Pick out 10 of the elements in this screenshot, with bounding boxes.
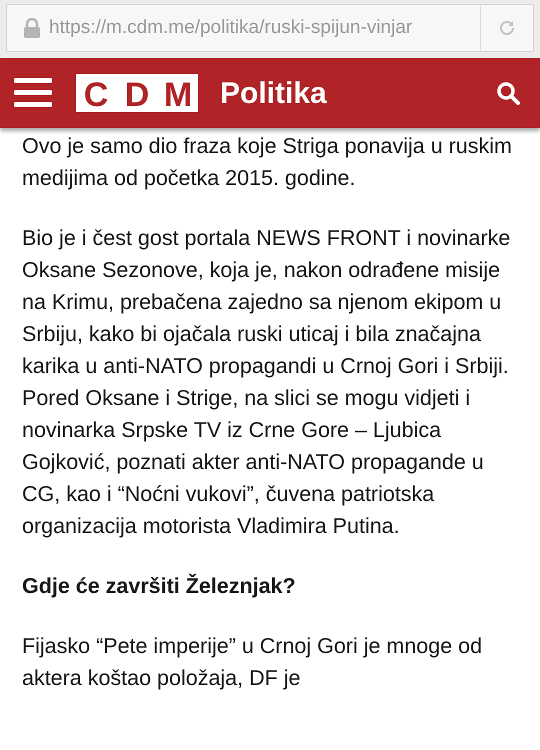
article-paragraph: Fijasko “Pete imperije” u Crnoj Gori je mnoge od aktera koštao položaja, DF je — [22, 633, 484, 692]
article-paragraph: Bio je i čest gost portala NEWS FRONT i novinarke Oksane Sezonove, koja je, nakon odrađene misije na Krimu, prebačena zajedno sa njenom ekipom u Srbiju, kako bi ojačala ruski uticaj i bila značajna karika u anti-NATO propagandi u Crnoj Gori i Srbiji. Pored Oksane i Strige, na slici se mogu vidjeti i novinarka Srpske TV iz Crne Gore – Ljubica Gojković, poznati akter anti-NATO propagande u CG, kao i “Noćni vukovi”, čuvena patriotska organizacija motorista Vladimira Putina. — [22, 225, 512, 540]
site-logo[interactable]: C D M — [76, 74, 198, 112]
lock-icon — [23, 18, 41, 38]
url-text: https://m.cdm.me/politika/ruski-spijun-vinjar — [49, 16, 414, 40]
menu-icon[interactable] — [14, 78, 52, 108]
section-title: Politika — [220, 76, 327, 112]
article-paragraph: Ovo je samo dio fraza koje Striga ponavija u ruskim medijima od početka 2015. godine. — [22, 133, 513, 192]
search-icon[interactable] — [496, 81, 520, 105]
section-heading: Gdje će završiti Železnjak? — [22, 572, 297, 600]
